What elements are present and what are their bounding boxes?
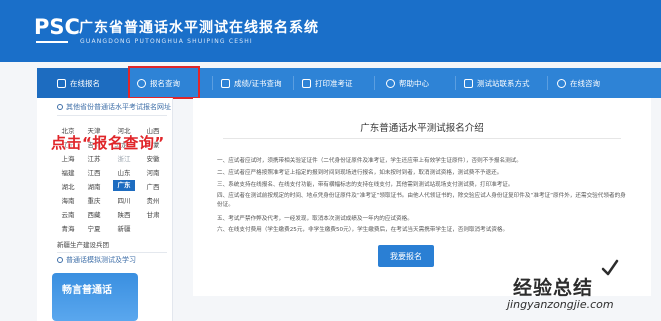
help-icon — [386, 78, 395, 88]
site-subtitle: GUANGDONG PUTONGHUA SHUIPING CESHI — [80, 38, 253, 45]
province-link[interactable]: 河南 — [142, 167, 164, 177]
promo-banner[interactable]: 畅言普通话 — [52, 273, 138, 321]
province-link[interactable]: 江西 — [83, 167, 105, 177]
nav-label: 成绩/证书查询 — [234, 78, 282, 88]
province-link[interactable]: 上海 — [57, 153, 79, 163]
practice-label: 普通话模拟测试及学习 — [66, 256, 136, 264]
nav-divider — [547, 76, 548, 90]
province-link[interactable]: 山东 — [113, 167, 135, 177]
other-provinces-label: 其他省份普通话水平考试报名网址 — [66, 103, 171, 111]
province-link[interactable]: 云南 — [57, 209, 79, 219]
nav-label: 测试站联系方式 — [477, 78, 530, 88]
nav-label: 打印准考证 — [315, 78, 353, 88]
nav-item-print[interactable]: 打印准考证 — [302, 68, 353, 98]
province-link[interactable]: 湖北 — [57, 181, 79, 191]
nav-divider — [374, 76, 375, 90]
page: PSC 广东省普通话水平测试在线报名系统 GUANGDONG PUTONGHUA… — [0, 0, 661, 321]
province-link[interactable]: 重庆 — [83, 195, 105, 205]
province-link[interactable]: 贵州 — [142, 195, 164, 205]
main-content: 广东普通话水平测试报名介绍 一、应试者应试时，须携带相关验证证件（二代身份证原件… — [193, 98, 651, 296]
rule-item: 二、应试者应严格按照准考证上指定的报到时间到现场进行报名，如未按时到者，取消测试… — [217, 170, 503, 176]
rule-item: 六、在线支付费用（学生缴费25元，非学生缴费50元），学生缴费后，在考试当天需携… — [217, 227, 509, 233]
circle-icon — [57, 104, 63, 110]
province-link[interactable]: 青海 — [57, 223, 79, 233]
instruction-annotation: 点击“报名查询” — [51, 134, 165, 152]
watermark-text: 经验总结 — [513, 277, 594, 299]
certificate-icon — [221, 78, 230, 88]
province-link[interactable]: 海南 — [57, 195, 79, 205]
site-title: 广东省普通话水平测试在线报名系统 — [79, 20, 319, 36]
apply-button[interactable]: 我要报名 — [378, 245, 434, 267]
rule-item: 五、考试严禁作弊及代考，一经发现，取消本次测试成绩及一年内的应试资格。 — [217, 216, 413, 222]
province-link[interactable]: 安徽 — [142, 153, 164, 163]
nav-item-consult[interactable]: 在线咨询 — [557, 68, 600, 98]
rule-item: 一、应试者应试时，须携带相关验证证件（二代身份证原件及准考证，学生还应带上有效学… — [217, 158, 522, 164]
contact-icon — [464, 78, 473, 88]
divider — [57, 252, 167, 253]
page-title: 广东普通话水平测试报名介绍 — [360, 123, 484, 134]
rule-item: 四、应试者在测试前按规定的时间、地点凭身份证原件及“准考证”领取证书。由他人代领… — [217, 193, 626, 208]
nav-label: 帮助中心 — [399, 78, 429, 88]
province-link[interactable]: 陕西 — [113, 209, 135, 219]
nav-divider — [293, 76, 294, 90]
nav-label: 在线咨询 — [570, 78, 600, 88]
checkmark-icon — [601, 259, 619, 276]
nav-item-score[interactable]: 成绩/证书查询 — [221, 68, 282, 98]
province-link[interactable]: 四川 — [113, 195, 135, 205]
province-link[interactable]: 江苏 — [83, 153, 105, 163]
rule-item: 三、系统支持在线报名、在线支付功能，带有横幅标志的支持在线支付，其他需到测试站现… — [217, 182, 514, 188]
practice-heading: 普通话模拟测试及学习 — [57, 255, 136, 265]
province-link[interactable]: 浙江 — [113, 153, 135, 163]
province-link-corps[interactable]: 新疆生产建设兵团 — [57, 239, 127, 249]
nav-divider — [212, 76, 213, 90]
psc-logo: PSC — [34, 15, 80, 39]
province-link[interactable]: 福建 — [57, 167, 79, 177]
divider — [57, 115, 167, 116]
watermark-url: jingyanzongjie.com — [507, 298, 614, 311]
nav-item-help[interactable]: 帮助中心 — [386, 68, 429, 98]
nav-item-contact[interactable]: 测试站联系方式 — [464, 68, 530, 98]
province-link[interactable]: 新疆 — [113, 223, 135, 233]
register-icon — [57, 78, 66, 88]
other-provinces-heading: 其他省份普通话水平考试报名网址 — [57, 102, 171, 112]
province-link[interactable]: 宁夏 — [83, 223, 105, 233]
circle-icon — [57, 257, 63, 263]
promo-title: 畅言普通话 — [62, 285, 112, 296]
province-link[interactable]: 广西 — [142, 181, 164, 191]
printer-icon — [302, 78, 311, 88]
nav-label: 在线报名 — [70, 78, 100, 88]
nav-divider — [455, 76, 456, 90]
nav-item-register[interactable]: 在线报名 — [37, 68, 128, 98]
province-link[interactable]: 西藏 — [83, 209, 105, 219]
title-divider — [223, 138, 621, 139]
logo-underline — [36, 41, 68, 43]
province-link-active[interactable]: 广东 — [113, 180, 135, 191]
province-link[interactable]: 湖南 — [83, 181, 105, 191]
chat-icon — [557, 78, 566, 88]
highlight-box — [128, 66, 200, 99]
site-header: PSC 广东省普通话水平测试在线报名系统 GUANGDONG PUTONGHUA… — [0, 0, 661, 62]
province-link[interactable]: 甘肃 — [142, 209, 164, 219]
